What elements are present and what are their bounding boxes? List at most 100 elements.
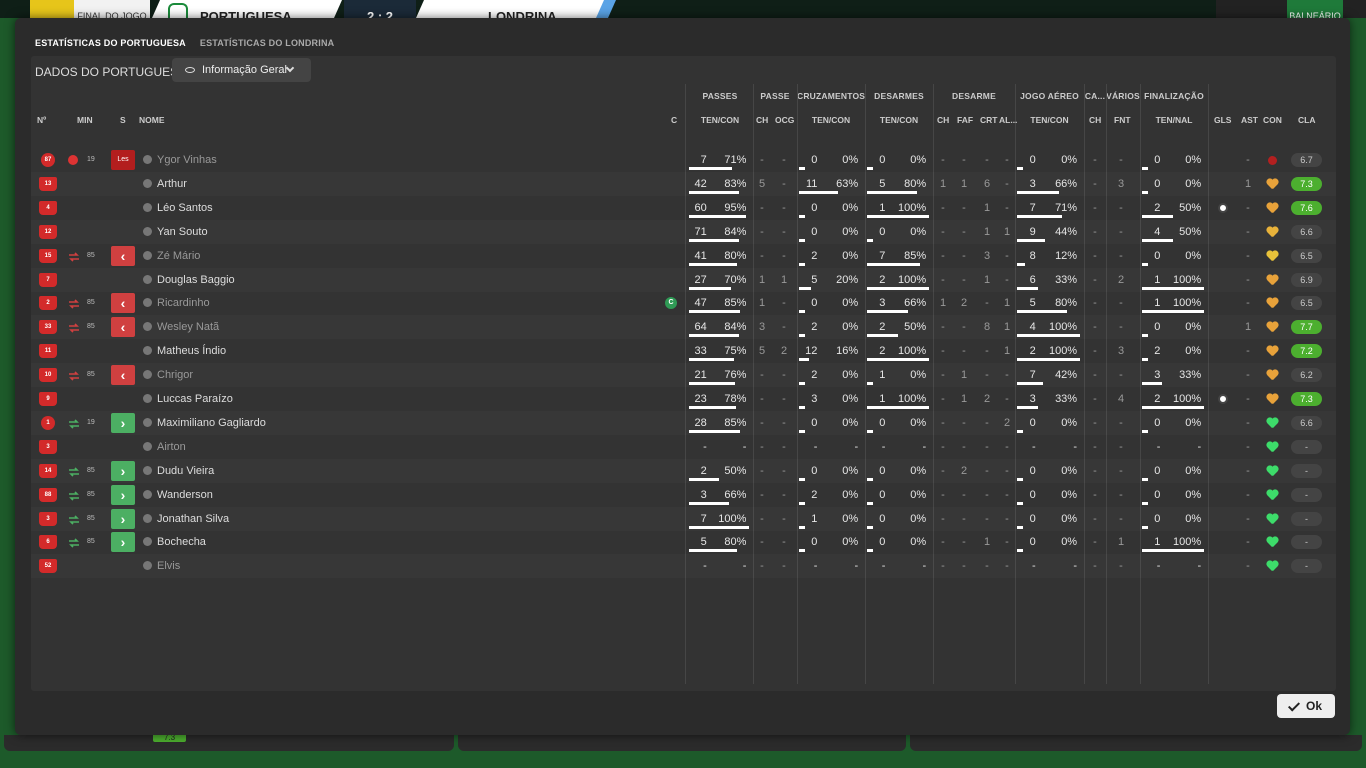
stat-value: 2 (1117, 273, 1125, 286)
col-header-s[interactable]: S (120, 115, 126, 125)
stat-value: - (782, 464, 786, 477)
condition-heart-icon (1266, 442, 1278, 453)
col-header-passe_ch[interactable]: CH (756, 115, 768, 125)
table-row[interactable]: 14 85 › Dudu Vieira 2 50% 0 0% 0 0% 0 0% 0 0% - - -2- - - -… (31, 459, 1336, 483)
player-name[interactable]: Ricardinho (157, 291, 210, 315)
col-header-desarme_faf[interactable]: FAF (957, 115, 973, 125)
player-name[interactable]: Léo Santos (157, 196, 213, 220)
condition-heart-icon (1266, 275, 1278, 286)
player-name[interactable]: Wesley Natã (157, 315, 219, 339)
substitution-icon (68, 250, 80, 262)
table-row[interactable]: 33 85 ‹ Wesley Natã 64 84% 2 0% 2 50% 4 100% 0 0% 3- - -… (31, 315, 1336, 339)
col-header-passes_ten_con[interactable]: TEN/CON (687, 115, 753, 127)
col-header-desarme_crt[interactable]: CRT (980, 115, 997, 125)
view-dropdown-value: Informação Geral (202, 64, 287, 76)
table-row[interactable]: 13 Arthur 42 83% 11 63% 5 80% 3 66% 0 0% 5-1 1 6- -3 1 7.… (31, 172, 1336, 196)
shirt-number-icon: 1 (41, 415, 55, 430)
stat-percent: - (854, 560, 859, 573)
table-row[interactable]: 52 Elvis - - - - - - - - - - - - - - - - - - - - (31, 554, 1336, 578)
player-name[interactable]: Maximiliano Gagliardo (157, 411, 266, 435)
stat-value: 2 (1003, 416, 1011, 429)
player-name[interactable]: Bochecha (157, 530, 206, 554)
chevron-down-icon (285, 63, 295, 73)
col-header-fin_ten_nal[interactable]: TEN/NAL (1140, 115, 1208, 127)
table-row[interactable]: 2 85 ‹ Ricardinho C 47 85% 0 0% 3 66% 5 80% 1 100% 1-1 2… (31, 291, 1336, 315)
player-name[interactable]: Zé Mário (157, 244, 200, 268)
col-header-c[interactable]: C (671, 115, 677, 125)
shirt-number-icon: 3 (39, 511, 57, 526)
col-header-nome[interactable]: NOME (139, 115, 165, 125)
view-dropdown[interactable]: Informação Geral (172, 58, 311, 82)
ok-button[interactable]: Ok (1277, 694, 1335, 718)
col-header-passe_ocg[interactable]: OCG (775, 115, 794, 125)
table-row[interactable]: 4 Léo Santos 60 95% 0 0% 1 100% 7 71% 2 50% - - - -1- - -… (31, 196, 1336, 220)
table-row[interactable]: 6 85 › Bochecha 5 80% 0 0% 0 0% 0 0% 1 100% - - - -1- -1- - (31, 530, 1336, 554)
table-row[interactable]: 3 85 › Jonathan Silva 7 100% 1 0% 0 0% 0 0% 0 0% - - - - -… (31, 507, 1336, 531)
stat-progress-bar (689, 477, 719, 481)
player-name[interactable]: Ygor Vinhas (157, 148, 217, 172)
col-header-min[interactable]: MIN (77, 115, 93, 125)
tab-portuguesa-stats[interactable]: ESTATÍSTICAS DO PORTUGUESA (35, 36, 186, 54)
col-header-con[interactable]: CON (1263, 115, 1282, 125)
stat-value: - (782, 201, 786, 214)
shirt-number-icon: 13 (39, 176, 57, 191)
minute-value: 19 (87, 418, 95, 426)
col-header-cla[interactable]: CLA (1298, 115, 1315, 125)
tab-londrina-stats[interactable]: ESTATÍSTICAS DO LONDRINA (200, 36, 334, 54)
player-name[interactable]: Airton (157, 435, 186, 459)
player-name[interactable]: Dudu Vieira (157, 459, 214, 483)
col-header-no[interactable]: Nº (37, 115, 46, 125)
player-name[interactable]: Chrigor (157, 363, 193, 387)
stat-value: - (1246, 393, 1250, 405)
player-name[interactable]: Douglas Baggio (157, 268, 235, 292)
table-row[interactable]: 3 Airton - - - - - - - - - - - - - - - - - - - - (31, 435, 1336, 459)
stat-percent: 12% (1055, 249, 1078, 262)
stat-value: - (1119, 154, 1123, 166)
table-row[interactable]: 10 85 ‹ Chrigor 21 76% 2 0% 1 0% 7 42% 3 33% - - -1- - - - -… (31, 363, 1336, 387)
stat-value: - (962, 416, 966, 429)
player-name[interactable]: Wanderson (157, 483, 213, 507)
minute-value: 85 (87, 514, 95, 522)
col-header-des_ten_con[interactable]: TEN/CON (865, 115, 933, 127)
table-row[interactable]: 88 85 › Wanderson 3 66% 2 0% 0 0% 0 0% 0 0% - - - - - - - - - - (31, 483, 1336, 507)
stat-progress-bar (1017, 286, 1038, 290)
stat-value: - (1093, 393, 1097, 405)
player-name[interactable]: Elvis (157, 554, 180, 578)
stat-value: - (1005, 393, 1009, 405)
table-row[interactable]: 15 85 ‹ Zé Mário 41 80% 2 0% 7 85% 8 12% 0 0% - - - -3- - -… (31, 244, 1336, 268)
minute-value: 85 (87, 371, 95, 379)
stat-progress-bar (1017, 358, 1080, 362)
stat-percent: 0% (910, 225, 927, 238)
stat-percent: 0% (910, 154, 927, 166)
player-name[interactable]: Luccas Paraízo (157, 387, 233, 411)
col-header-ca_ch[interactable]: CH (1089, 115, 1101, 125)
stat-value: 3 (1117, 345, 1125, 358)
stat-value: 5 (758, 177, 766, 190)
stat-value: - (1119, 560, 1123, 573)
minute-value: 85 (87, 299, 95, 307)
player-rating: 6.2 (1291, 368, 1322, 383)
col-header-ast[interactable]: AST (1241, 115, 1258, 125)
col-header-aereo_ten_con[interactable]: TEN/CON (1015, 115, 1084, 127)
balneario-button[interactable]: BALNEÁRIO (1287, 0, 1343, 18)
player-name[interactable]: Jonathan Silva (157, 507, 229, 531)
stat-progress-bar (689, 549, 737, 553)
table-row[interactable]: 9 Luccas Paraízo 23 78% 3 0% 1 100% 3 33% 2 100% - - -… (31, 387, 1336, 411)
table-row[interactable]: 12 Yan Souto 71 84% 0 0% 0 0% 9 44% 4 50% - - - -1 1- - -6… (31, 220, 1336, 244)
table-row[interactable]: 11 Matheus Índio 33 75% 12 16% 2 100% 2 100% 2 0% 5 2… (31, 339, 1336, 363)
col-header-cruz_ten_con[interactable]: TEN/CON (797, 115, 865, 127)
stat-value: - (1119, 464, 1123, 477)
col-header-varios_fnt[interactable]: FNT (1114, 115, 1131, 125)
player-name[interactable]: Arthur (157, 172, 187, 196)
stat-value: - (760, 369, 764, 382)
table-row[interactable]: 1 19 › Maximiliano Gagliardo 28 85% 0 0% 0 0% 0 0% 0… (31, 411, 1336, 435)
player-avatar-icon (143, 274, 152, 284)
table-row[interactable]: 87 19 Les Ygor Vinhas 7 71% 0 0% 0 0% 0 0% 0 0% - - - - - -… (31, 148, 1336, 172)
condition-heart-icon (1266, 490, 1278, 501)
col-header-gls[interactable]: GLS (1214, 115, 1231, 125)
player-name[interactable]: Yan Souto (157, 220, 208, 244)
table-row[interactable]: 7 Douglas Baggio 27 70% 5 20% 2 100% 6 33% 1 100% 1 1… (31, 268, 1336, 292)
player-name[interactable]: Matheus Índio (157, 339, 226, 363)
minute-value: 85 (87, 538, 95, 546)
col-header-desarme_ch[interactable]: CH (937, 115, 949, 125)
